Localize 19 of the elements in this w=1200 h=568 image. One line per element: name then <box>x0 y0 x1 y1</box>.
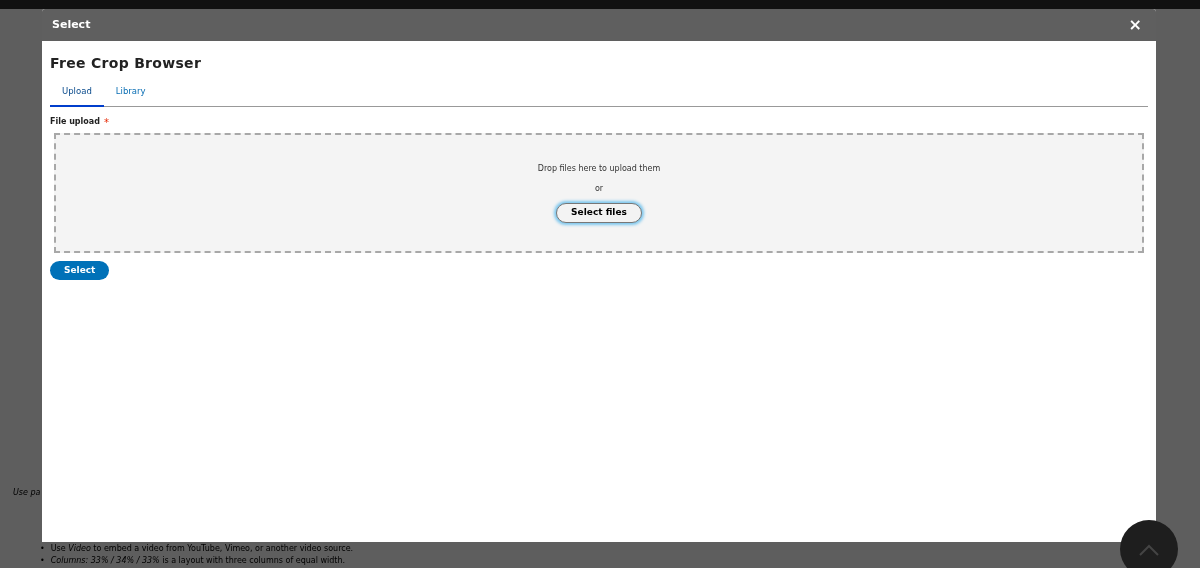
drop-zone[interactable]: Drop files here to upload them or Select files <box>54 132 1144 253</box>
chevron-up-icon <box>1138 543 1160 556</box>
bullet: • <box>40 554 45 566</box>
background-list-item: Use Video to embed a video from YouTube, Vimeo, or another video source. <box>50 543 354 555</box>
drop-hint: Drop files here to upload them <box>537 163 661 175</box>
tab[interactable]: Upload <box>50 82 104 107</box>
required-marker: * <box>103 115 109 130</box>
field-label: File upload <box>50 116 100 129</box>
select-files-button[interactable]: Select files <box>556 203 642 223</box>
bullet: • <box>40 543 45 555</box>
scroll-top-button[interactable] <box>1120 520 1178 568</box>
select-button[interactable]: Select <box>50 260 110 281</box>
dialog-title: Select <box>52 16 91 33</box>
tab[interactable]: Library <box>103 82 158 107</box>
or-text: or <box>594 183 604 195</box>
close-button[interactable]: × <box>1124 17 1146 33</box>
background-text: Use pa <box>13 487 41 499</box>
browser-heading: Free Crop Browser <box>50 54 203 73</box>
background-list-item: Columns: 33% / 34% / 33% is a layout with three columns of equal width. <box>50 554 346 566</box>
